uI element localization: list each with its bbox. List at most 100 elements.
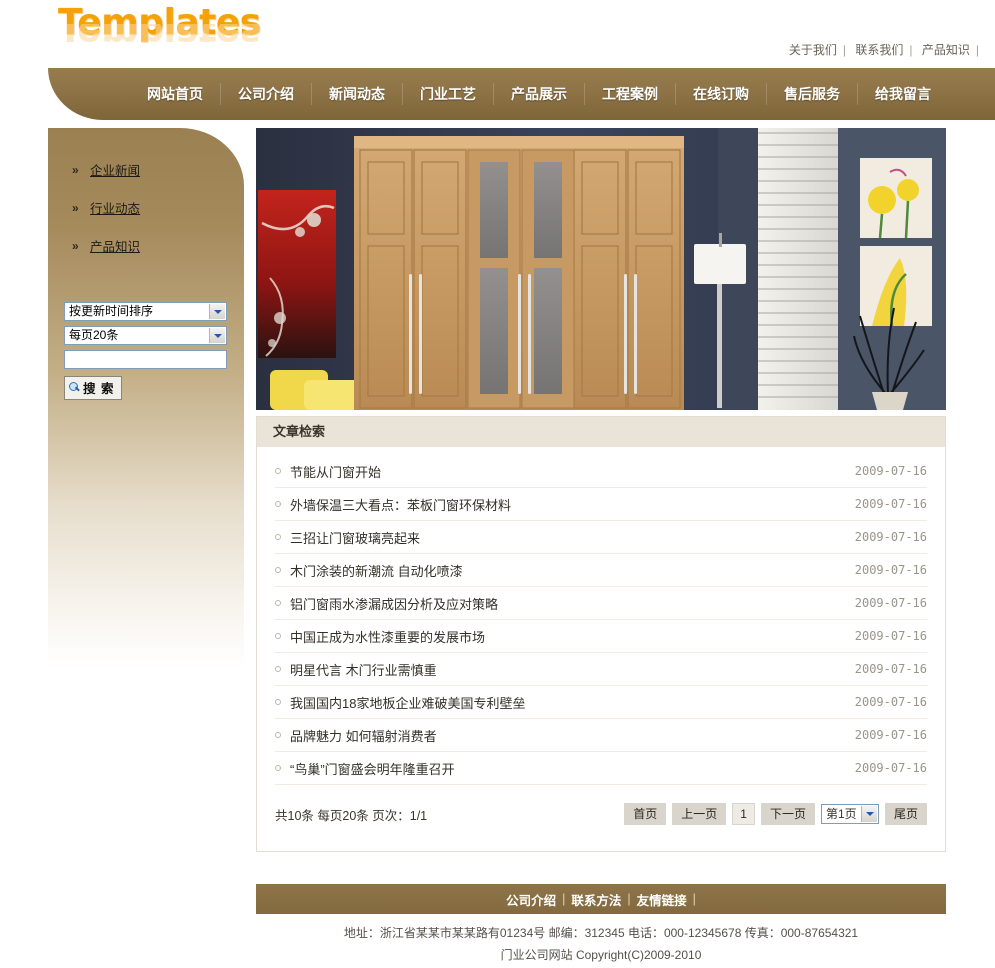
nav-item-online-order[interactable]: 在线订购 <box>676 83 767 105</box>
article-date: 2009-07-16 <box>854 629 927 643</box>
circle-bullet-icon <box>275 567 281 573</box>
circle-bullet-icon <box>275 765 281 771</box>
pagination-next-button[interactable]: 下一页 <box>760 803 815 825</box>
footer-link-separator: | <box>562 892 566 906</box>
article-title[interactable]: 铝门窗雨水渗漏成因分析及应对策略 <box>290 594 498 613</box>
article-date: 2009-07-16 <box>854 761 927 775</box>
article-date: 2009-07-16 <box>854 695 927 709</box>
per-page-select[interactable]: 每页20条 <box>64 326 227 345</box>
article-title[interactable]: 品牌魅力 如何辐射消费者 <box>290 726 437 745</box>
search-button-label: 搜 索 <box>83 382 115 396</box>
top-link-contact[interactable]: 联系我们 <box>855 43 903 57</box>
pagination-page-select[interactable]: 第1页 <box>820 804 879 824</box>
footer-link-contact[interactable]: 联系方法 <box>571 890 621 909</box>
sidebar-item-label: 行业动态 <box>90 202 141 216</box>
article-left: 品牌魅力 如何辐射消费者 <box>275 726 437 745</box>
article-left: 明星代言 木门行业需慎重 <box>275 660 437 679</box>
nav-item-door-craft[interactable]: 门业工艺 <box>403 83 494 105</box>
nav-item-company-intro[interactable]: 公司介绍 <box>221 83 312 105</box>
pagination-bar: 共10条 每页20条 页次：1/1 首页 上一页 1 下一页 第1页 尾页 <box>257 785 945 851</box>
footer-links-bar: 公司介绍 | 联系方法 | 友情链接 | <box>256 884 946 914</box>
article-title[interactable]: 节能从门窗开始 <box>290 462 381 481</box>
article-title[interactable]: 三招让门窗玻璃亮起来 <box>290 528 420 547</box>
article-list: 节能从门窗开始 2009-07-16 外墙保温三大看点：苯板门窗环保材料 200… <box>257 447 945 785</box>
list-item[interactable]: “鸟巢”门窗盛会明年隆重召开 2009-07-16 <box>275 752 927 785</box>
pagination-page-1-button[interactable]: 1 <box>732 803 755 825</box>
article-left: 中国正成为水性漆重要的发展市场 <box>275 627 485 646</box>
sidebar-category-list: » 企业新闻 » 行业动态 » 产品知识 <box>48 128 244 255</box>
navigation-items: 网站首页 公司介绍 新闻动态 门业工艺 产品展示 工程案例 在线订购 售后服务 … <box>48 68 995 120</box>
footer-link-friendly-links[interactable]: 友情链接 <box>637 890 687 909</box>
article-date: 2009-07-16 <box>854 563 927 577</box>
list-item[interactable]: 三招让门窗玻璃亮起来 2009-07-16 <box>275 521 927 554</box>
per-page-value: 每页20条 <box>69 328 119 342</box>
article-left: 节能从门窗开始 <box>275 462 381 481</box>
nav-item-cases[interactable]: 工程案例 <box>585 83 676 105</box>
article-left: 铝门窗雨水渗漏成因分析及应对策略 <box>275 594 498 613</box>
search-keyword-input[interactable] <box>64 350 227 369</box>
pagination-last-button[interactable]: 尾页 <box>884 803 927 825</box>
site-logo[interactable]: Templates Templates <box>58 4 318 60</box>
list-item[interactable]: 明星代言 木门行业需慎重 2009-07-16 <box>275 653 927 686</box>
top-link-about[interactable]: 关于我们 <box>789 43 837 57</box>
list-item[interactable]: 中国正成为水性漆重要的发展市场 2009-07-16 <box>275 620 927 653</box>
list-item[interactable]: 木门涂装的新潮流 自动化喷漆 2009-07-16 <box>275 554 927 587</box>
pagination-first-button[interactable]: 首页 <box>624 803 667 825</box>
footer-info: 地址：浙江省某某市某某路有01234号 邮编：312345 电话：000-123… <box>256 922 946 966</box>
article-title[interactable]: 中国正成为水性漆重要的发展市场 <box>290 627 485 646</box>
footer-address: 地址：浙江省某某市某某路有01234号 邮编：312345 电话：000-123… <box>343 926 859 940</box>
footer-copyright: 门业公司网站 Copyright(C)2009-2010 <box>500 948 702 962</box>
site-header: Templates Templates 关于我们 | 联系我们 | 产品知识 | <box>0 0 995 68</box>
article-title[interactable]: 明星代言 木门行业需慎重 <box>290 660 437 679</box>
list-item[interactable]: 我国国内18家地板企业难破美国专利壁垒 2009-07-16 <box>275 686 927 719</box>
sort-order-select[interactable]: 按更新时间排序 <box>64 302 227 321</box>
article-title[interactable]: 我国国内18家地板企业难破美国专利壁垒 <box>290 693 525 712</box>
article-date: 2009-07-16 <box>854 464 927 478</box>
article-left: “鸟巢”门窗盛会明年隆重召开 <box>275 759 455 778</box>
sidebar-item-product-knowledge[interactable]: » 产品知识 <box>72 236 244 255</box>
search-button[interactable]: 搜 索 <box>64 376 123 400</box>
sidebar: » 企业新闻 » 行业动态 » 产品知识 按更新时间排序 每页20条 搜 索 <box>48 128 244 668</box>
article-left: 外墙保温三大看点：苯板门窗环保材料 <box>275 495 511 514</box>
article-title[interactable]: “鸟巢”门窗盛会明年隆重召开 <box>290 759 455 778</box>
chevron-down-icon[interactable] <box>209 328 225 343</box>
top-link-separator: | <box>909 43 913 57</box>
circle-bullet-icon <box>275 732 281 738</box>
sidebar-item-company-news[interactable]: » 企业新闻 <box>72 160 244 179</box>
list-item[interactable]: 外墙保温三大看点：苯板门窗环保材料 2009-07-16 <box>275 488 927 521</box>
chevron-down-icon[interactable] <box>860 806 877 822</box>
nav-item-message[interactable]: 给我留言 <box>858 83 948 105</box>
list-item[interactable]: 品牌魅力 如何辐射消费者 2009-07-16 <box>275 719 927 752</box>
sort-order-value: 按更新时间排序 <box>69 304 154 318</box>
list-item[interactable]: 铝门窗雨水渗漏成因分析及应对策略 2009-07-16 <box>275 587 927 620</box>
article-left: 我国国内18家地板企业难破美国专利壁垒 <box>275 693 525 712</box>
top-utility-links: 关于我们 | 联系我们 | 产品知识 | <box>785 41 981 58</box>
magnifier-icon <box>69 382 80 393</box>
double-chevron-right-icon: » <box>72 200 79 215</box>
sidebar-item-industry-news[interactable]: » 行业动态 <box>72 198 244 217</box>
article-title[interactable]: 木门涂装的新潮流 自动化喷漆 <box>290 561 463 580</box>
article-title[interactable]: 外墙保温三大看点：苯板门窗环保材料 <box>290 495 511 514</box>
banner-illustration <box>256 128 946 410</box>
nav-item-products[interactable]: 产品展示 <box>494 83 585 105</box>
main-column: 文章检索 节能从门窗开始 2009-07-16 外墙保温三大看点：苯板门窗环保材… <box>256 128 946 852</box>
nav-item-news[interactable]: 新闻动态 <box>312 83 403 105</box>
sidebar-item-label: 企业新闻 <box>90 164 141 178</box>
circle-bullet-icon <box>275 666 281 672</box>
nav-item-home[interactable]: 网站首页 <box>130 83 221 105</box>
pagination-prev-button[interactable]: 上一页 <box>672 803 727 825</box>
article-left: 三招让门窗玻璃亮起来 <box>275 528 420 547</box>
footer-link-company-intro[interactable]: 公司介绍 <box>506 890 556 909</box>
double-chevron-right-icon: » <box>72 162 79 177</box>
top-link-product-knowledge[interactable]: 产品知识 <box>922 43 970 57</box>
chevron-down-icon[interactable] <box>209 304 225 319</box>
page-root: Templates Templates 关于我们 | 联系我们 | 产品知识 | 网站… <box>0 0 995 968</box>
circle-bullet-icon <box>275 699 281 705</box>
pagination-page-select-value: 第1页 <box>825 807 857 821</box>
list-item[interactable]: 节能从门窗开始 2009-07-16 <box>275 455 927 488</box>
double-chevron-right-icon: » <box>72 238 79 253</box>
main-navigation: 网站首页 公司介绍 新闻动态 门业工艺 产品展示 工程案例 在线订购 售后服务 … <box>48 68 995 120</box>
top-link-separator: | <box>975 43 979 57</box>
circle-bullet-icon <box>275 633 281 639</box>
nav-item-after-sales[interactable]: 售后服务 <box>767 83 858 105</box>
